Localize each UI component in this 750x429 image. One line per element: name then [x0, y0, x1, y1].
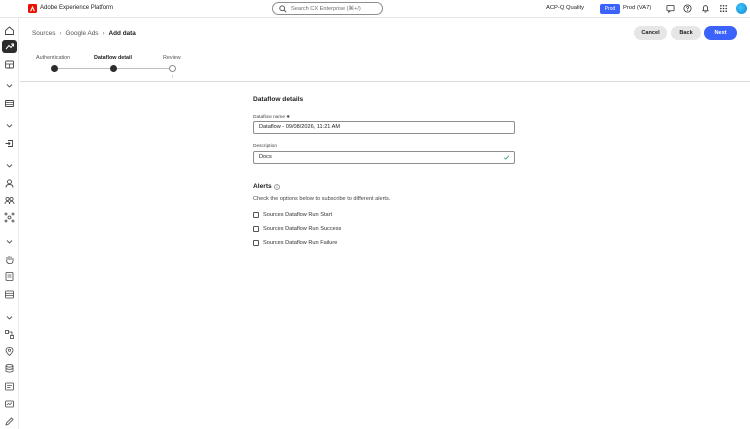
adobe-logo-icon[interactable] [28, 4, 37, 13]
apps-grid-icon[interactable] [719, 4, 728, 13]
search-field[interactable]: Search CX Enterprise (⌘+/) [272, 2, 383, 15]
alerts-heading: Alerts [253, 183, 280, 190]
profile-icon[interactable] [4, 178, 15, 189]
dashboards-icon[interactable] [4, 59, 15, 70]
top-bar: Adobe Experience Platform Search CX Ente… [0, 0, 750, 18]
required-asterisk-icon: ✱ [286, 114, 290, 119]
app-title[interactable]: Adobe Experience Platform [40, 5, 113, 11]
breadcrumb: Sources › Google Ads › Add data [32, 30, 136, 37]
checkbox[interactable] [253, 212, 259, 218]
chevron-down-icon[interactable] [4, 236, 15, 247]
chevron-right-icon: › [102, 30, 105, 37]
user-avatar[interactable] [736, 3, 747, 14]
dataflow-name-input[interactable]: Dataflow - 09/08/2026, 11:21 AM [253, 121, 515, 134]
alert-option-run-failure[interactable]: Sources Dataflow Run Failure [253, 240, 337, 246]
step-authentication-label: Authentication [36, 55, 71, 61]
workflow-icon[interactable] [4, 329, 15, 340]
step-current-icon [110, 65, 117, 77]
queries-icon[interactable] [4, 381, 15, 392]
step-connector [58, 68, 110, 69]
identities-icon[interactable] [4, 212, 15, 223]
search-placeholder: Search CX Enterprise (⌘+/) [291, 5, 361, 12]
dataflow-name-label: Dataflow name ✱ [253, 114, 290, 120]
sandbox-switcher[interactable]: Prod (VA7) [623, 5, 651, 11]
alert-option-label: Sources Dataflow Run Start [263, 212, 333, 218]
env-badge: Prod [600, 3, 620, 14]
step-connector [117, 68, 169, 69]
next-button[interactable]: Next [704, 26, 737, 40]
chevron-down-icon[interactable] [4, 160, 15, 171]
ingest-icon[interactable] [4, 138, 15, 149]
privacy-hand-icon[interactable] [4, 254, 15, 265]
catalog-icon[interactable] [4, 98, 15, 109]
wizard-steps: Authentication Dataflow detail Review [36, 55, 196, 78]
policies-icon[interactable] [4, 271, 15, 282]
breadcrumb-sources[interactable]: Sources [32, 30, 55, 37]
alert-option-run-start[interactable]: Sources Dataflow Run Start [253, 212, 332, 218]
description-input[interactable]: Docs [253, 151, 515, 164]
feedback-icon[interactable] [666, 4, 675, 13]
description-value: Docs [259, 154, 272, 160]
back-button[interactable]: Back [671, 26, 701, 40]
checkbox[interactable] [253, 226, 259, 232]
description-label: Description [253, 144, 277, 149]
alert-option-label: Sources Dataflow Run Failure [263, 240, 338, 246]
edit-pencil-icon[interactable] [4, 416, 15, 427]
chevron-down-icon[interactable] [4, 312, 15, 323]
audiences-icon[interactable] [4, 195, 15, 206]
alert-option-run-success[interactable]: Sources Dataflow Run Success [253, 226, 341, 232]
alert-option-label: Sources Dataflow Run Success [263, 226, 342, 232]
info-icon[interactable] [273, 183, 280, 190]
cancel-button[interactable]: Cancel [634, 26, 667, 40]
location-pin-icon[interactable] [4, 346, 15, 357]
step-review-label: Review [163, 55, 181, 61]
help-icon[interactable] [683, 4, 692, 13]
valid-check-icon [504, 155, 510, 160]
wizard-header: Sources › Google Ads › Add data Cancel B… [20, 18, 750, 82]
alerts-description: Check the options below to subscribe to … [253, 196, 391, 202]
datasets-icon[interactable] [4, 289, 15, 300]
monitoring-icon[interactable] [4, 399, 15, 410]
chevron-right-icon: › [59, 30, 62, 37]
search-icon [279, 4, 287, 13]
step-dataflow-detail-label: Dataflow detail [94, 55, 133, 61]
checkbox[interactable] [253, 240, 259, 246]
chevron-down-icon[interactable] [4, 120, 15, 131]
page-title: Add data [108, 30, 136, 37]
left-nav [0, 18, 19, 429]
sources-nav-icon[interactable] [2, 40, 17, 53]
chevron-down-icon[interactable] [4, 80, 15, 91]
step-complete-check-icon [51, 65, 58, 77]
home-icon[interactable] [4, 25, 15, 36]
org-switcher[interactable]: ACP-Q Quality [546, 5, 584, 11]
breadcrumb-google-ads[interactable]: Google Ads [65, 30, 98, 37]
database-icon[interactable] [4, 363, 15, 374]
notifications-bell-icon[interactable] [701, 4, 710, 13]
step-pending-icon [169, 65, 176, 78]
dataflow-details-heading: Dataflow details [253, 96, 304, 103]
